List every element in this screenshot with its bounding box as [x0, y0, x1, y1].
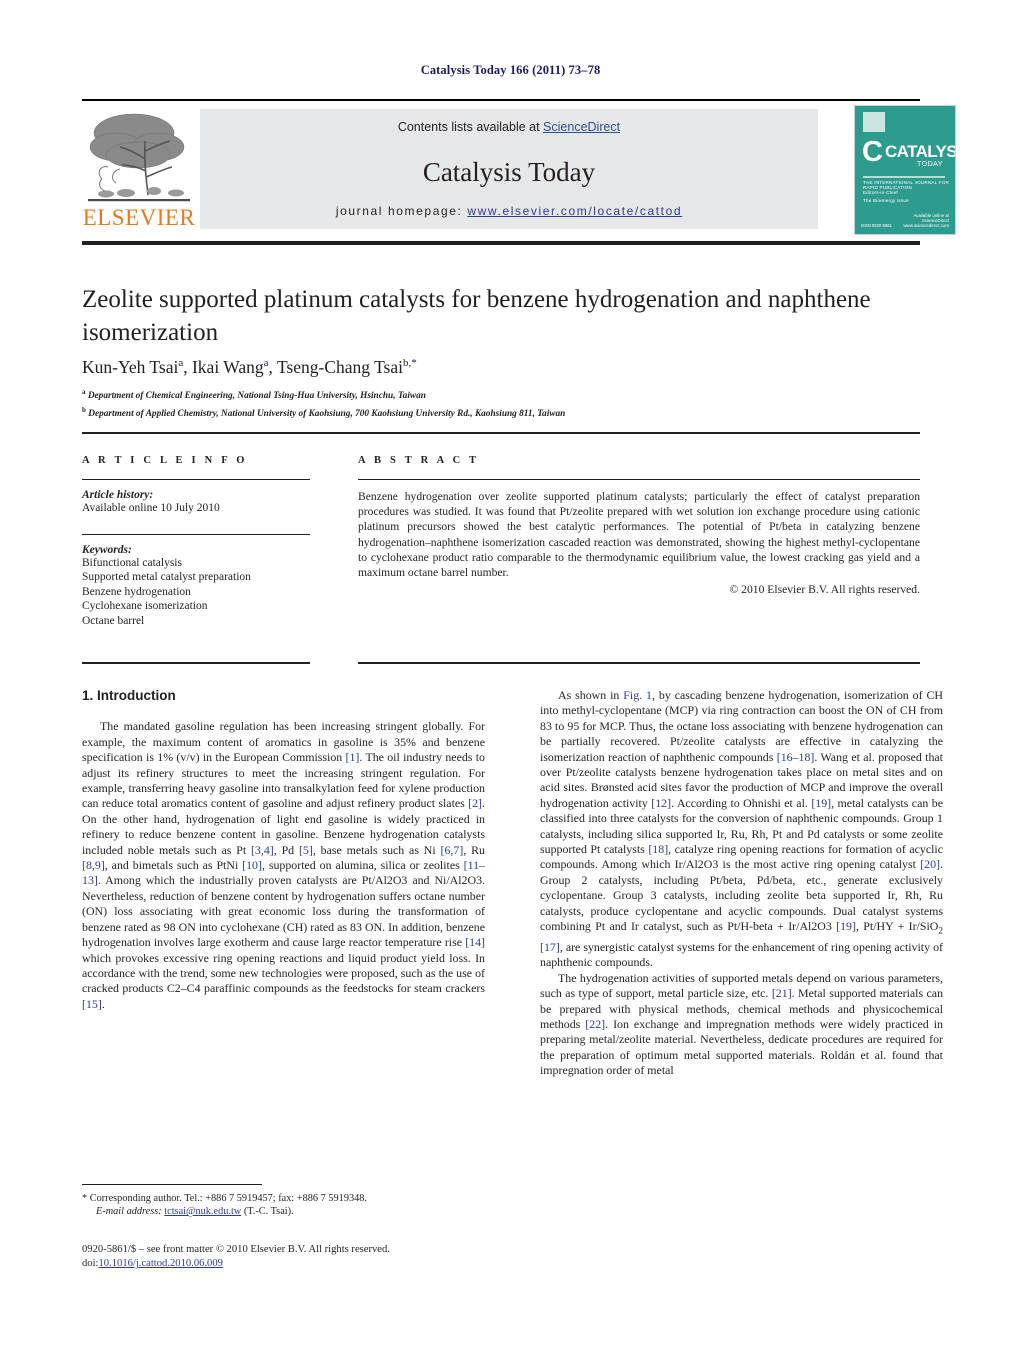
abstract-copyright: © 2010 Elsevier B.V. All rights reserved…: [729, 583, 920, 597]
masthead-grey-band: Contents lists available at ScienceDirec…: [200, 109, 818, 229]
journal-homepage-link[interactable]: www.elsevier.com/locate/cattod: [467, 204, 682, 218]
cover-strapline: THE INTERNATIONAL JOURNAL FOR RAPID PUBL…: [863, 180, 950, 190]
author-2: Ikai Wanga: [191, 357, 269, 377]
doi-line: doi:10.1016/j.cattod.2010.06.009: [82, 1257, 512, 1271]
imprint-line: 0920-5861/$ – see front matter © 2010 El…: [82, 1244, 390, 1255]
email-line: E-mail address: tctsai@nuk.edu.tw (T.-C.…: [82, 1205, 485, 1218]
affil-marker-b: b,: [403, 357, 412, 370]
journal-cover-thumbnail[interactable]: C CATALYSIS TODAY THE INTERNATIONAL JOUR…: [854, 105, 956, 235]
corresponding-author-line: * Corresponding author. Tel.: +886 7 591…: [82, 1192, 485, 1205]
article-history-label: Article history:: [82, 489, 154, 501]
affiliation-b-text: Department of Applied Chemistry, Nationa…: [88, 408, 566, 419]
contents-prefix: Contents lists available at: [397, 120, 544, 134]
cover-divider-1: [863, 176, 945, 178]
abstract-column: A B S T R A C T Benzene hydrogenation ov…: [358, 455, 920, 596]
abstract-text: Benzene hydrogenation over zeolite suppo…: [358, 490, 920, 580]
corresponding-author-note: * Corresponding author. Tel.: +886 7 591…: [82, 1192, 485, 1218]
affiliation-a-text: Department of Chemical Engineering, Nati…: [87, 391, 426, 402]
keyword-item: Supported metal catalyst preparation: [82, 571, 251, 584]
keyword-item: Bifunctional catalysis: [82, 556, 182, 569]
affiliation-b-marker: b: [82, 405, 86, 414]
section-heading-introduction: 1. Introduction: [82, 688, 176, 703]
paper-page: Catalysis Today 166 (2011) 73–78 ELSEVIE…: [0, 0, 1021, 1351]
corresponding-author-text: Corresponding author. Tel.: +886 7 59194…: [89, 1193, 367, 1204]
footnote-separator: [82, 1184, 262, 1185]
elsevier-wordmark: ELSEVIER: [82, 205, 196, 230]
abstract-bottom-rule: [358, 662, 920, 664]
info-abstract-top-rule: [82, 432, 920, 434]
sciencedirect-link[interactable]: ScienceDirect: [543, 120, 620, 134]
elsevier-logo: ELSEVIER: [82, 105, 196, 233]
keyword-item: Octane barrel: [82, 614, 145, 627]
running-head: Catalysis Today 166 (2011) 73–78: [420, 63, 601, 77]
cover-line-b: The Bioenergy Issue: [863, 198, 909, 203]
cover-subtitle: TODAY: [917, 161, 943, 168]
cover-brand-initial: C: [862, 136, 883, 168]
affil-marker-a2: a: [263, 357, 269, 370]
elsevier-tree-icon: [86, 107, 192, 205]
article-history-value: Available online 10 July 2010: [82, 502, 220, 514]
cover-line-a: Editors-in-Chief: [863, 190, 898, 195]
doi-link[interactable]: 10.1016/j.cattod.2010.06.009: [98, 1258, 222, 1269]
article-info-rule-1: [82, 479, 310, 480]
cover-title: CATALYSIS: [885, 142, 956, 161]
journal-homepage-line: journal homepage: www.elsevier.com/locat…: [200, 204, 818, 218]
page-title: Zeolite supported platinum catalysts for…: [82, 286, 871, 346]
paragraph: The mandated gasoline regulation has bee…: [82, 719, 485, 1011]
doi-label: doi:: [82, 1258, 99, 1269]
masthead-top-rule: [82, 99, 920, 101]
article-info-bottom-rule: [82, 662, 310, 664]
abstract-heading: A B S T R A C T: [358, 455, 480, 466]
paragraph: As shown in Fig. 1, by cascading benzene…: [540, 688, 943, 970]
keywords-label: Keywords:: [82, 543, 132, 556]
masthead-bottom-rule: [82, 241, 920, 245]
cover-availability: Available online at ScienceDirect www.sc…: [903, 213, 949, 228]
imprint-block: 0920-5861/$ – see front matter © 2010 El…: [82, 1243, 512, 1271]
affil-marker-a: a: [178, 357, 184, 370]
email-owner: (T.-C. Tsai).: [243, 1206, 294, 1218]
keyword-list: Bifunctional catalysis Supported metal c…: [82, 556, 310, 629]
body-column-right: As shown in Fig. 1, by cascading benzene…: [540, 688, 943, 1079]
cover-elsevier-mini-logo: [863, 112, 885, 132]
email-label: E-mail address:: [96, 1206, 162, 1218]
author-list: Kun-Yeh Tsaia, Ikai Wanga, Tseng-Chang T…: [82, 357, 417, 377]
affiliations: a Department of Chemical Engineering, Na…: [82, 386, 882, 421]
keyword-item: Cyclohexane isomerization: [82, 600, 208, 613]
corresponding-marker: *: [411, 357, 417, 370]
article-info-column: A R T I C L E I N F O Article history: A…: [82, 455, 310, 628]
journal-masthead: ELSEVIER Contents lists available at Sci…: [82, 105, 956, 235]
contents-available-line: Contents lists available at ScienceDirec…: [200, 120, 818, 134]
cover-vendor-url: www.sciencedirect.com: [903, 223, 949, 228]
journal-title: Catalysis Today: [422, 157, 596, 187]
keyword-item: Benzene hydrogenation: [82, 585, 191, 598]
author-3: Tseng-Chang Tsaib,*: [276, 357, 417, 377]
affiliation-a-marker: a: [82, 388, 86, 396]
author-1: Kun-Yeh Tsaia: [82, 357, 184, 377]
affiliation-b: b Department of Applied Chemistry, Natio…: [82, 404, 882, 422]
cover-issn: ISSN 0920-5861: [861, 223, 892, 228]
article-info-rule-2: [82, 533, 310, 535]
affiliation-a: a Department of Chemical Engineering, Na…: [82, 386, 882, 404]
email-link[interactable]: tctsai@nuk.edu.tw: [164, 1206, 241, 1217]
corresponding-asterisk: *: [82, 1193, 88, 1204]
homepage-label: journal homepage:: [335, 204, 463, 218]
body-column-left: 1. Introduction The mandated gasoline re…: [82, 688, 485, 1012]
paragraph: The hydrogenation activities of supporte…: [540, 970, 944, 1078]
abstract-rule: [358, 479, 920, 480]
article-info-heading: A R T I C L E I N F O: [82, 455, 248, 466]
